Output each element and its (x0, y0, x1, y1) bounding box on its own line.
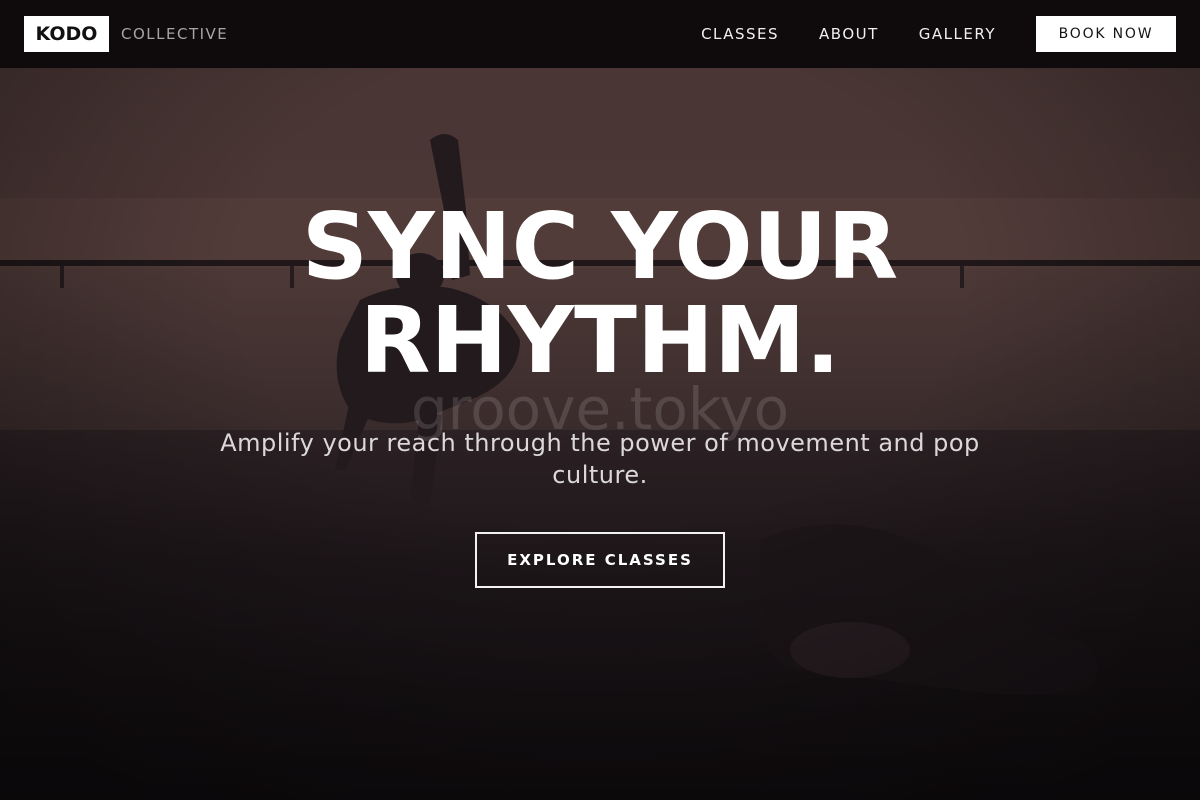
nav-link-gallery[interactable]: GALLERY (919, 16, 996, 52)
explore-classes-button[interactable]: EXPLORE CLASSES (475, 532, 725, 588)
nav-link-classes[interactable]: CLASSES (701, 16, 779, 52)
nav-link-about[interactable]: ABOUT (819, 16, 879, 52)
book-now-button[interactable]: BOOK NOW (1036, 16, 1176, 52)
hero-subtitle: Amplify your reach through the power of … (220, 429, 980, 489)
hero-title-line2: RHYTHM. (359, 287, 841, 394)
top-navbar: KODO COLLECTIVE CLASSES ABOUT GALLERY BO… (0, 0, 1200, 68)
hero-title: SYNC YOUR RHYTHM. (0, 200, 1200, 388)
brand-subtitle: COLLECTIVE (121, 25, 229, 43)
landing-page: KODO COLLECTIVE CLASSES ABOUT GALLERY BO… (0, 0, 1200, 800)
nav-menu: CLASSES ABOUT GALLERY BOOK NOW (701, 16, 1176, 52)
hero-title-line1: SYNC YOUR (301, 193, 899, 300)
hero-content: SYNC YOUR RHYTHM. (0, 200, 1200, 388)
logo[interactable]: KODO (24, 16, 109, 52)
